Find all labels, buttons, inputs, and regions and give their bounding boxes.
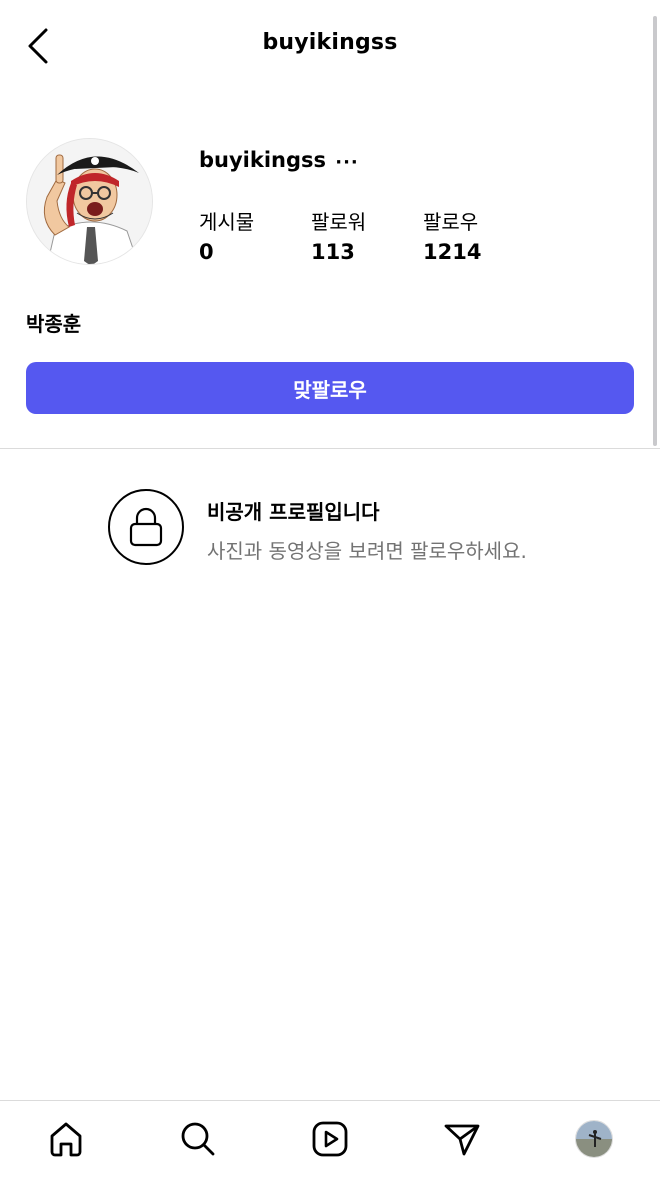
nav-messages[interactable]: [432, 1109, 492, 1169]
search-icon: [181, 1122, 215, 1156]
section-divider: [0, 448, 660, 449]
profile-avatar[interactable]: [26, 138, 153, 265]
stat-value: 1214: [423, 240, 482, 264]
profile-full-name: 박종훈: [26, 312, 82, 336]
send-icon: [444, 1124, 480, 1156]
page-title: buyikingss: [262, 30, 398, 55]
stat-label: 게시물: [199, 210, 255, 234]
follow-back-label: 맞팔로우: [293, 377, 367, 402]
stat-followers[interactable]: 팔로워 113: [311, 208, 366, 268]
more-options-button[interactable]: ···: [335, 150, 359, 174]
home-icon: [50, 1122, 82, 1157]
stat-label: 팔로워: [311, 210, 367, 234]
reels-icon: [312, 1121, 348, 1157]
nav-search[interactable]: [168, 1109, 228, 1169]
stat-value: 113: [311, 240, 355, 264]
profile-username: buyikingss: [199, 148, 327, 172]
pirate-cartoon-avatar-image: [27, 139, 152, 264]
beach-photo-avatar-image: [576, 1121, 612, 1157]
more-icon: ···: [335, 151, 359, 173]
private-profile-title: 비공개 프로필입니다: [207, 500, 380, 524]
private-profile-subtitle: 사진과 동영상을 보려면 팔로우하세요.: [207, 539, 527, 563]
profile-avatar-small: [575, 1120, 613, 1158]
stat-value: 0: [199, 240, 214, 264]
nav-profile[interactable]: [564, 1109, 624, 1169]
scrollbar[interactable]: [653, 16, 657, 446]
lock-badge: [108, 489, 184, 565]
follow-back-button[interactable]: 맞팔로우: [26, 362, 634, 414]
nav-reels[interactable]: [300, 1109, 360, 1169]
bottom-nav: [0, 1101, 660, 1177]
stat-label: 팔로우: [423, 210, 479, 234]
nav-home[interactable]: [36, 1109, 96, 1169]
stat-following[interactable]: 팔로우 1214: [423, 208, 481, 268]
lock-icon: [129, 507, 163, 547]
stat-posts: 게시물 0: [199, 208, 254, 268]
